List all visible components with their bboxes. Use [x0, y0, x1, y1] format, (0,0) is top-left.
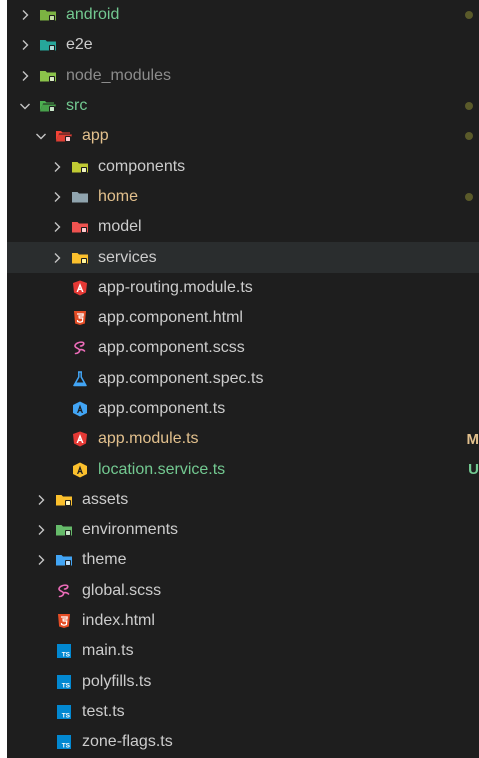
chevron-down-icon[interactable] [17, 98, 33, 114]
home-folder-icon [71, 189, 89, 205]
folder-item-android[interactable]: android [7, 0, 479, 30]
angular-module-icon [71, 431, 89, 447]
git-untracked-badge: U [468, 461, 479, 479]
angular-component-icon [71, 401, 89, 417]
e2e-folder-icon [39, 37, 57, 53]
item-label: app.component.scss [98, 339, 245, 357]
svg-text:TS: TS [62, 743, 71, 750]
test-flask-icon [71, 370, 89, 387]
folder-item-home[interactable]: home [7, 182, 479, 212]
item-label: zone-flags.ts [82, 733, 173, 751]
model-folder-icon [71, 219, 89, 235]
svg-text:TS: TS [62, 682, 71, 689]
item-label: polyfills.ts [82, 672, 152, 690]
item-label: node_modules [66, 66, 171, 84]
svg-text:TS: TS [62, 712, 71, 719]
chevron-right-icon[interactable] [49, 219, 65, 235]
file-item-main-ts[interactable]: TS main.ts [7, 636, 479, 666]
item-label: model [98, 218, 142, 236]
chevron-right-icon[interactable] [33, 552, 49, 568]
theme-folder-icon [55, 552, 73, 568]
item-label: app.component.html [98, 309, 243, 327]
chevron-right-icon[interactable] [17, 68, 33, 84]
folder-item-node-modules[interactable]: node_modules [7, 61, 479, 91]
chevron-right-icon[interactable] [33, 522, 49, 538]
item-label: src [66, 97, 88, 115]
angular-routing-icon [71, 280, 89, 296]
item-label: environments [82, 521, 179, 539]
item-label: location.service.ts [98, 460, 226, 478]
chevron-right-icon[interactable] [49, 189, 65, 205]
folder-item-components[interactable]: components [7, 151, 479, 181]
chevron-right-icon[interactable] [17, 7, 33, 23]
html-icon [71, 310, 89, 326]
chevron-right-icon[interactable] [17, 37, 33, 53]
folder-item-e2e[interactable]: e2e [7, 30, 479, 60]
file-item-polyfills-ts[interactable]: TS polyfills.ts [7, 667, 479, 697]
angular-service-icon [71, 462, 89, 478]
item-label: components [98, 157, 186, 175]
folder-item-app[interactable]: app [7, 121, 479, 151]
item-label: assets [82, 490, 129, 508]
file-item-app-component-scss[interactable]: app.component.scss [7, 333, 479, 363]
android-folder-icon [39, 7, 57, 23]
node-modules-folder-icon [39, 68, 57, 84]
folder-item-assets[interactable]: assets [7, 485, 479, 515]
file-item-global-scss[interactable]: global.scss [7, 576, 479, 606]
folder-item-theme[interactable]: theme [7, 545, 479, 575]
components-folder-icon [71, 159, 89, 175]
file-item-app-component-ts[interactable]: app.component.ts [7, 394, 479, 424]
item-label: main.ts [82, 642, 134, 660]
file-item-zone-flags-ts[interactable]: TS zone-flags.ts [7, 727, 479, 757]
chevron-right-icon[interactable] [33, 492, 49, 508]
folder-item-src[interactable]: src [7, 91, 479, 121]
item-label: app-routing.module.ts [98, 278, 253, 296]
environments-folder-icon [55, 522, 73, 538]
html-icon [55, 613, 73, 629]
file-item-app-routing-module-ts[interactable]: app-routing.module.ts [7, 273, 479, 303]
file-item-app-component-html[interactable]: app.component.html [7, 303, 479, 333]
item-label: app.component.ts [98, 400, 226, 417]
folder-item-services[interactable]: services [7, 242, 479, 273]
item-label: global.scss [82, 581, 162, 599]
item-label: home [98, 187, 139, 205]
git-changes-dot-icon [465, 132, 473, 141]
app-folder-icon [55, 128, 73, 144]
svg-text:TS: TS [62, 652, 71, 659]
sass-icon [55, 583, 73, 599]
item-label: index.html [82, 612, 155, 630]
item-label: test.ts [82, 702, 125, 720]
file-explorer-tree: android e2e node_modulessrc app components ho… [7, 0, 479, 758]
file-item-test-ts[interactable]: TS test.ts [7, 697, 479, 727]
git-changes-dot-icon [465, 102, 473, 111]
git-changes-dot-icon [465, 192, 473, 201]
item-label: e2e [66, 36, 93, 54]
item-label: services [98, 248, 157, 266]
typescript-icon: TS [55, 674, 73, 690]
file-item-app-module-ts[interactable]: app.module.ts M [7, 424, 479, 454]
item-label: app.component.spec.ts [98, 369, 264, 387]
item-label: app.module.ts [98, 430, 199, 448]
assets-folder-icon [55, 492, 73, 508]
item-label: android [66, 6, 120, 24]
file-item-app-component-spec-ts[interactable]: app.component.spec.ts [7, 364, 479, 394]
git-changes-dot-icon [465, 11, 473, 20]
folder-item-model[interactable]: model [7, 212, 479, 242]
item-label: theme [82, 551, 127, 569]
item-label: app [82, 127, 109, 145]
file-item-index-html[interactable]: index.html [7, 606, 479, 636]
typescript-icon: TS [55, 734, 73, 750]
src-folder-icon [39, 98, 57, 114]
chevron-right-icon[interactable] [49, 250, 65, 266]
file-item-location-service-ts[interactable]: location.service.ts U [7, 454, 479, 484]
git-modified-badge: M [466, 430, 479, 448]
services-folder-icon [71, 250, 89, 266]
chevron-down-icon[interactable] [33, 128, 49, 144]
sass-icon [71, 340, 89, 356]
folder-item-environments[interactable]: environments [7, 515, 479, 545]
typescript-icon: TS [55, 643, 73, 659]
chevron-right-icon[interactable] [49, 159, 65, 175]
typescript-icon: TS [55, 704, 73, 720]
